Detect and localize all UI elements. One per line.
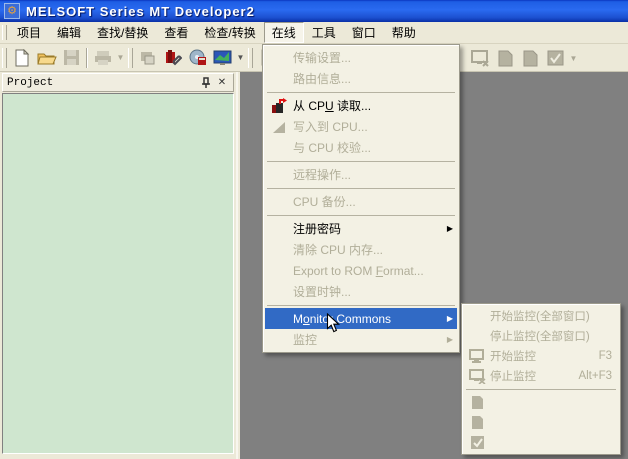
- menu-separator: [267, 215, 455, 216]
- print-dropdown-arrow-icon[interactable]: ▼: [115, 46, 126, 70]
- mouse-cursor-icon: [326, 313, 341, 334]
- submenu-arrow-icon: ▶: [443, 335, 457, 344]
- device-batch-monitor-icon: [470, 395, 485, 410]
- project-tree-area[interactable]: [2, 93, 234, 454]
- menu-separator: [267, 305, 455, 306]
- submenu-item-start-monitor-all-windows[interactable]: 开始监控(全部窗口): [464, 306, 618, 326]
- shortcut-label: Alt+F3: [578, 370, 612, 382]
- window-title: MELSOFT Series MT Developer2: [26, 4, 255, 19]
- online-dropdown-menu: 传输设置... 路由信息... 从 CPU 读取... 写入到 CPU... 与…: [262, 44, 460, 353]
- save-project-button[interactable]: [59, 46, 84, 70]
- menu-item-clear-cpu-memory[interactable]: 清除 CPU 内存...: [265, 239, 457, 260]
- menu-item-cpu-backup[interactable]: CPU 备份...: [265, 191, 457, 212]
- menu-check-convert[interactable]: 检查/转换: [196, 22, 263, 43]
- menu-separator: [267, 188, 455, 189]
- menu-help[interactable]: 帮助: [384, 22, 424, 43]
- monitor-mode-button[interactable]: [210, 46, 235, 70]
- print-button[interactable]: [90, 46, 115, 70]
- device-test-icon: [547, 50, 565, 67]
- menu-project[interactable]: 项目: [9, 22, 49, 43]
- submenu-item-stop-monitor-all-windows[interactable]: 停止监控(全部窗口): [464, 326, 618, 346]
- read-from-cpu-icon: [271, 98, 287, 114]
- pin-icon[interactable]: [199, 76, 213, 90]
- menu-item-routing-info[interactable]: 路由信息...: [265, 68, 457, 89]
- toolbar-grip[interactable]: [248, 48, 253, 68]
- read-from-cpu-button[interactable]: [185, 46, 210, 70]
- title-bar[interactable]: ⚙ MELSOFT Series MT Developer2: [0, 0, 628, 22]
- device-test-icon: [470, 435, 485, 450]
- device-entry-monitor-icon: [470, 415, 485, 430]
- write-to-cpu-button[interactable]: [160, 46, 185, 70]
- menu-bar: 项目 编辑 查找/替换 查看 检查/转换 在线 工具 窗口 帮助: [0, 22, 628, 44]
- toolbar-right-group: ▼: [468, 46, 579, 70]
- menubar-grip[interactable]: [2, 25, 7, 40]
- menu-item-read-from-cpu[interactable]: 从 CPU 读取...: [265, 95, 457, 116]
- write-to-cpu-icon: [164, 49, 182, 66]
- menu-edit[interactable]: 编辑: [49, 22, 89, 43]
- menu-tools[interactable]: 工具: [304, 22, 344, 43]
- write-to-cpu-icon: [271, 119, 287, 135]
- monitor-mode-icon: [213, 50, 232, 66]
- menu-item-transfer-setup[interactable]: 传输设置...: [265, 47, 457, 68]
- menu-item-monitor-commons[interactable]: Monitor Commons▶: [265, 308, 457, 329]
- submenu-item-stop-monitor[interactable]: 停止监控 Alt+F3: [464, 366, 618, 386]
- menu-item-verify-with-cpu[interactable]: 与 CPU 校验...: [265, 137, 457, 158]
- menu-item-set-clock[interactable]: 设置时钟...: [265, 281, 457, 302]
- save-icon: [63, 49, 80, 66]
- open-project-button[interactable]: [34, 46, 59, 70]
- toolbar-grip[interactable]: [2, 48, 7, 68]
- submenu-item-device-test[interactable]: [464, 432, 618, 452]
- menu-view[interactable]: 查看: [156, 22, 196, 43]
- menu-separator: [267, 92, 455, 93]
- page-button-2[interactable]: [518, 46, 543, 70]
- toolbar-grip[interactable]: [128, 48, 133, 68]
- read-from-cpu-icon: [189, 49, 207, 66]
- menu-online[interactable]: 在线: [264, 22, 304, 43]
- melsoft-window: { "window": { "title": "MELSOFT Series M…: [0, 0, 628, 459]
- close-icon[interactable]: ✕: [215, 76, 229, 90]
- start-monitor-icon: [469, 349, 486, 364]
- toolbar-separator: [86, 48, 88, 68]
- menu-item-register-password[interactable]: 注册密码▶: [265, 218, 457, 239]
- menu-item-write-to-cpu[interactable]: 写入到 CPU...: [265, 116, 457, 137]
- page-button-1[interactable]: [493, 46, 518, 70]
- project-panel: Project ✕: [0, 72, 238, 459]
- shortcut-label: F3: [599, 350, 612, 362]
- new-file-icon: [13, 49, 30, 67]
- page-icon: [497, 49, 514, 67]
- submenu-item-device-entry-monitor[interactable]: [464, 412, 618, 432]
- stop-monitor-icon: [471, 50, 490, 67]
- window-copy-icon: [139, 50, 157, 66]
- page-icon: [522, 49, 539, 67]
- menu-separator: [466, 389, 616, 390]
- project-panel-header: Project ✕: [2, 73, 234, 92]
- menu-item-export-rom-format[interactable]: Export to ROM Format...: [265, 260, 457, 281]
- menu-separator: [267, 161, 455, 162]
- submenu-arrow-icon: ▶: [443, 224, 457, 233]
- menu-item-monitor[interactable]: 监控▶: [265, 329, 457, 350]
- open-folder-icon: [37, 50, 57, 66]
- stop-monitor-button[interactable]: [468, 46, 493, 70]
- new-project-button[interactable]: [9, 46, 34, 70]
- print-icon: [94, 50, 112, 66]
- submenu-item-device-batch-monitor[interactable]: [464, 392, 618, 412]
- monitor-commons-submenu: 开始监控(全部窗口) 停止监控(全部窗口) 开始监控 F3 停止监控 Alt+F…: [461, 303, 621, 455]
- menu-find-replace[interactable]: 查找/替换: [89, 22, 156, 43]
- submenu-arrow-icon: ▶: [443, 314, 457, 323]
- right-dropdown-arrow-icon[interactable]: ▼: [568, 46, 579, 70]
- stop-monitor-icon: [469, 369, 486, 384]
- submenu-item-start-monitor[interactable]: 开始监控 F3: [464, 346, 618, 366]
- menu-item-remote-operation[interactable]: 远程操作...: [265, 164, 457, 185]
- monitor-dropdown-arrow-icon[interactable]: ▼: [235, 46, 246, 70]
- app-gears-icon: ⚙: [4, 3, 20, 19]
- window-copy-button[interactable]: [135, 46, 160, 70]
- menu-window[interactable]: 窗口: [344, 22, 384, 43]
- project-panel-title: Project: [7, 77, 197, 89]
- device-test-button[interactable]: [543, 46, 568, 70]
